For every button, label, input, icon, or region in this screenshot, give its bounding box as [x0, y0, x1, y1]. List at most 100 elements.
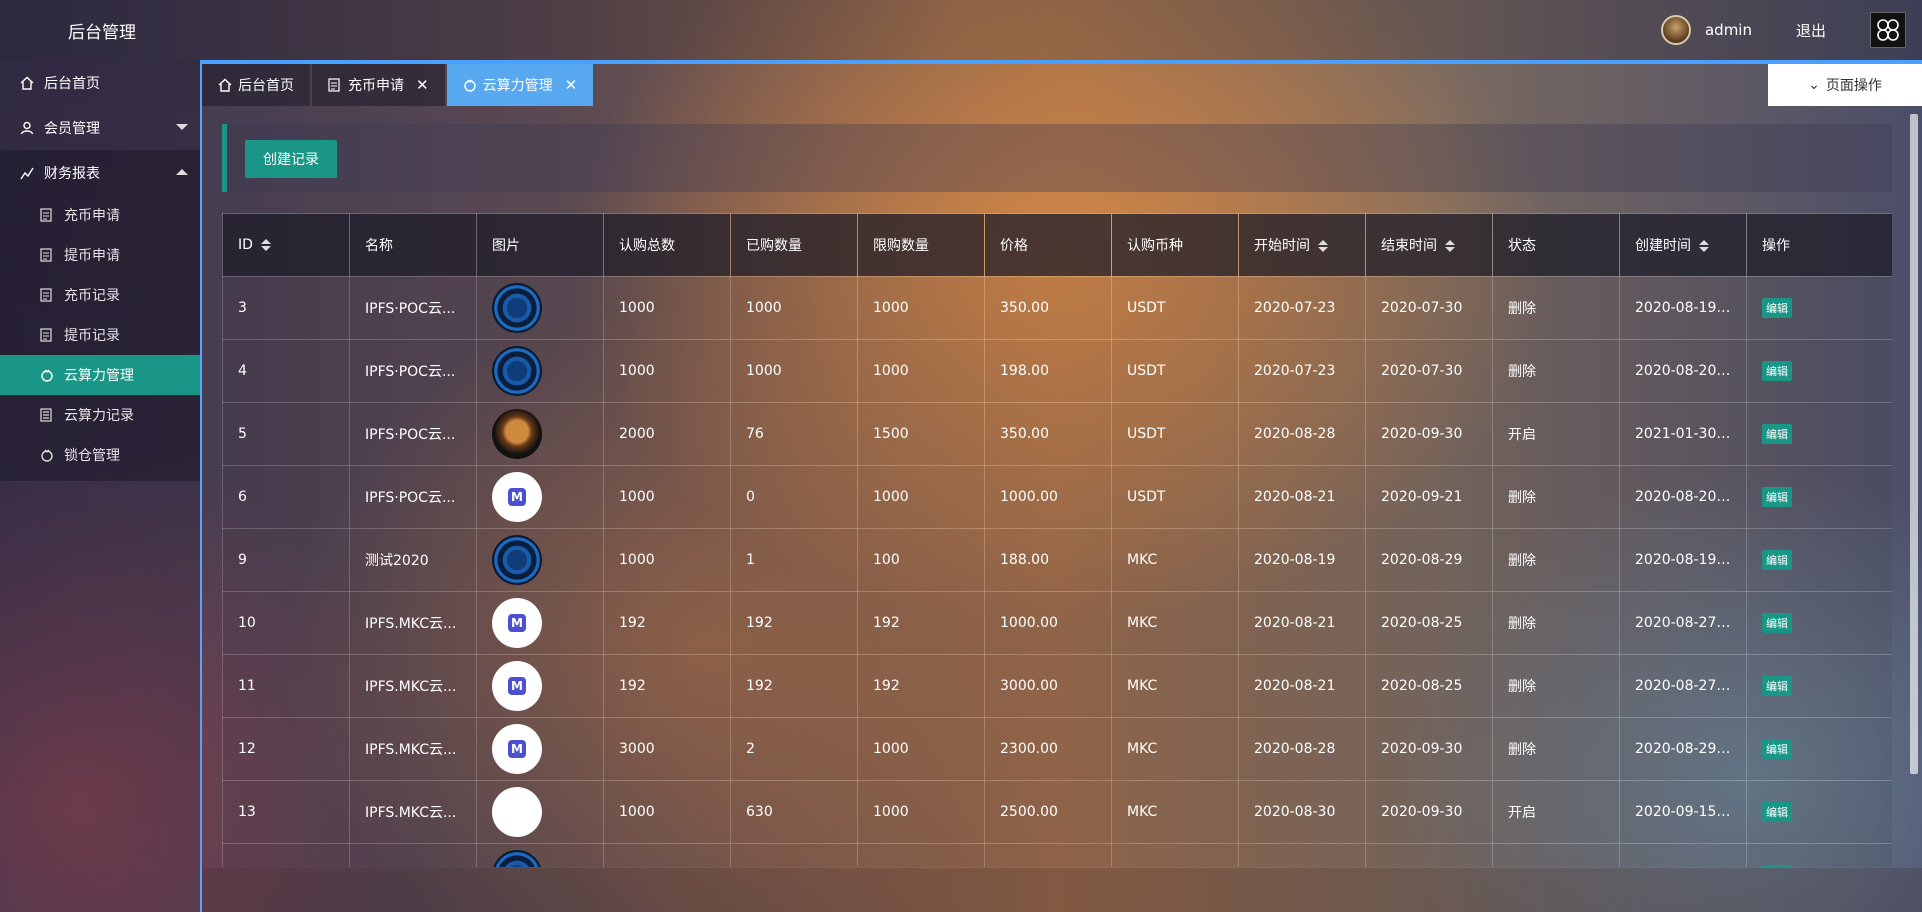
column-header-id[interactable]: ID [222, 213, 350, 277]
close-icon[interactable]: ✕ [565, 76, 578, 94]
cell-actions: 编辑 [1746, 717, 1892, 781]
cell-created: 2020-08-20 ... [1619, 465, 1747, 529]
edit-button[interactable]: 编辑 [1762, 802, 1792, 822]
cell-currency: MKC [1111, 654, 1239, 718]
cell-start-time: 2020-08-30 [1238, 780, 1366, 844]
cell-image [476, 780, 604, 844]
sort-icon[interactable] [1318, 240, 1328, 252]
toolbar: 创建记录 [222, 124, 1892, 192]
sidebar-item-home[interactable]: 后台首页 [0, 60, 200, 105]
sidebar-subitem-label: 充币记录 [64, 288, 120, 304]
tab-deposit-apply[interactable]: 充币申请 ✕ [312, 64, 445, 106]
column-header-limit: 限购数量 [857, 213, 985, 277]
edit-button[interactable]: 编辑 [1762, 613, 1792, 633]
column-header-name: 名称 [349, 213, 477, 277]
column-header-end-time[interactable]: 结束时间 [1365, 213, 1493, 277]
cell-created: 2021-01-30 ... [1619, 402, 1747, 466]
column-header-start-time[interactable]: 开始时间 [1238, 213, 1366, 277]
chevron-down-icon [176, 124, 188, 130]
product-image: M [492, 472, 542, 522]
cell-name: IPFS.MKC云... [349, 717, 477, 781]
cell-status: 删除 [1492, 339, 1620, 403]
edit-button[interactable]: 编辑 [1762, 865, 1792, 867]
cell-start-time: 2020-08-19 [1238, 528, 1366, 592]
product-image [492, 535, 542, 585]
tab-bar: 后台首页 充币申请 ✕ 云算力管理 ✕ ⌄ 页面操作 [202, 64, 1922, 106]
logout-link[interactable]: 退出 [1796, 20, 1826, 41]
avatar[interactable] [1660, 15, 1691, 45]
sidebar-item-label: 会员管理 [44, 120, 100, 137]
sidebar-subitem-lock[interactable]: 锁仓管理 [0, 435, 200, 475]
document-icon [328, 78, 342, 92]
cell-id: 10 [222, 591, 350, 655]
cell-total: 192 [603, 654, 731, 718]
cell-status: 删除 [1492, 591, 1620, 655]
sidebar-subitem-cloud-power[interactable]: 云算力管理 [0, 355, 200, 395]
cell-image [476, 402, 604, 466]
edit-button[interactable]: 编辑 [1762, 676, 1792, 696]
cell-status: 开启 [1492, 780, 1620, 844]
cell-status: 开启 [1492, 402, 1620, 466]
tab-cloud-power[interactable]: 云算力管理 ✕ [446, 64, 594, 106]
cell-purchased: 192 [730, 591, 858, 655]
cell-purchased: 1000 [730, 339, 858, 403]
cell-name: IPFS·POC云... [349, 402, 477, 466]
cell-currency: USDT [1111, 276, 1239, 340]
page-operations-button[interactable]: ⌄ 页面操作 [1768, 64, 1922, 106]
cell-price: 350.00 [984, 402, 1112, 466]
cell-end-time: 2020-07-30 [1365, 339, 1493, 403]
table-row: 4 IPFS·POC云... 1000 1000 1000 198.00 USDT 2020-… [222, 339, 1892, 403]
edit-button[interactable]: 编辑 [1762, 739, 1792, 759]
edit-button[interactable]: 编辑 [1762, 487, 1792, 507]
username[interactable]: admin [1705, 21, 1752, 39]
cell-total: 1000 [603, 528, 731, 592]
cell-end-time: 2020-08-25 [1365, 591, 1493, 655]
create-record-button[interactable]: 创建记录 [245, 140, 337, 178]
cell-created: 2020-08-29 ... [1619, 717, 1747, 781]
sidebar-subitem-withdraw-record[interactable]: 提币记录 [0, 315, 200, 355]
cell-currency: MKC [1111, 528, 1239, 592]
sidebar-subitem-deposit-apply[interactable]: 充币申请 [0, 195, 200, 235]
close-icon[interactable]: ✕ [416, 76, 429, 94]
cell-image: M [476, 465, 604, 529]
edit-button[interactable]: 编辑 [1762, 424, 1792, 444]
brand-logo-icon: M [508, 614, 526, 632]
sidebar-subitem-cloud-record[interactable]: 云算力记录 [0, 395, 200, 435]
scrollbar[interactable] [1910, 114, 1918, 774]
sidebar-item-members[interactable]: 会员管理 [0, 105, 200, 150]
cell-id: 11 [222, 654, 350, 718]
column-header-created[interactable]: 创建时间 [1619, 213, 1747, 277]
cell-total: 192 [603, 591, 731, 655]
cell-status [1492, 843, 1620, 867]
tab-label: 云算力管理 [482, 78, 553, 94]
edit-button[interactable]: 编辑 [1762, 361, 1792, 381]
edit-button[interactable]: 编辑 [1762, 298, 1792, 318]
cell-purchased: 0 [730, 465, 858, 529]
sort-icon[interactable] [1445, 240, 1455, 252]
cell-end-time: 2020-09-21 [1365, 465, 1493, 529]
cell-purchased: 2 [730, 717, 858, 781]
cell-status: 删除 [1492, 528, 1620, 592]
cell-currency: MKC [1111, 780, 1239, 844]
cell-limit [857, 843, 985, 867]
cell-image [476, 276, 604, 340]
edit-button[interactable]: 编辑 [1762, 550, 1792, 570]
product-image: M [492, 724, 542, 774]
sidebar-item-finance[interactable]: 财务报表 [0, 150, 200, 195]
sort-icon[interactable] [1699, 240, 1709, 252]
cell-actions: 编辑 [1746, 780, 1892, 844]
data-table: ID 名称 图片 认购总数 已购数量 限购数量 价格 认购币种 开始时间 结束时… [222, 213, 1892, 867]
sidebar-subitem-deposit-record[interactable]: 充币记录 [0, 275, 200, 315]
tab-home[interactable]: 后台首页 [202, 64, 310, 106]
cell-total: 1000 [603, 465, 731, 529]
data-table-container: ID 名称 图片 认购总数 已购数量 限购数量 价格 认购币种 开始时间 结束时… [222, 213, 1892, 867]
tab-label: 充币申请 [348, 78, 404, 94]
sort-icon[interactable] [260, 239, 271, 251]
cell-start-time: 2020-08-28 [1238, 402, 1366, 466]
home-icon [20, 76, 34, 90]
product-image [492, 409, 542, 459]
cell-id: 9 [222, 528, 350, 592]
cell-actions: 编辑 [1746, 528, 1892, 592]
sidebar-subitem-withdraw-apply[interactable]: 提币申请 [0, 235, 200, 275]
cell-limit: 1000 [857, 276, 985, 340]
